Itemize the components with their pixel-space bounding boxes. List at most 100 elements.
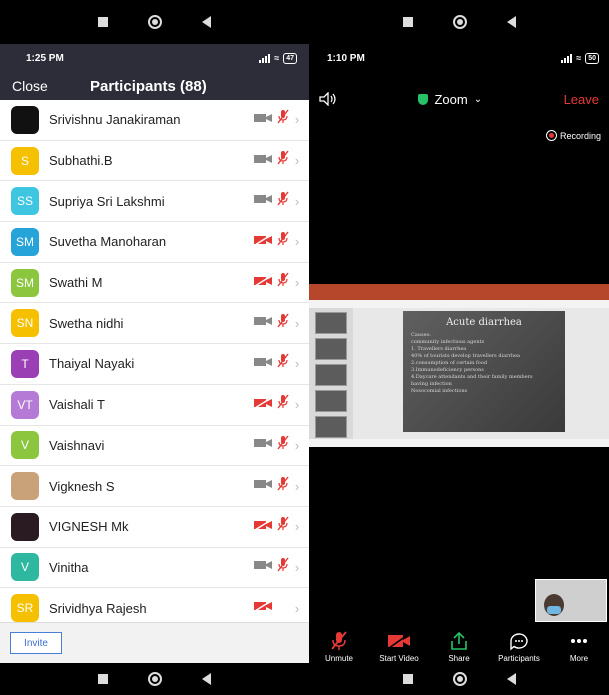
participant-row[interactable]: SN Swetha nidhi › [0, 303, 309, 345]
recents-icon[interactable] [98, 674, 108, 684]
meeting-title: Zoom [434, 91, 468, 107]
participants-footer: Invite [0, 622, 309, 663]
participant-status-icons: › [253, 435, 301, 456]
participant-name: Supriya Sri Lakshmi [49, 193, 165, 209]
participant-row[interactable]: Srivishnu Janakiraman › [0, 100, 309, 141]
chevron-right-icon: › [294, 519, 300, 535]
slide: Acute diarrhea Causes: community infecti… [403, 311, 565, 432]
slide-bullet: 4.Daycare attendants and their family me… [411, 374, 533, 380]
unmute-button[interactable]: Unmute [309, 630, 369, 663]
participant-row[interactable]: VT Vaishali T › [0, 385, 309, 426]
chevron-right-icon: › [294, 315, 300, 331]
participant-name: Vigknesh S [49, 478, 115, 494]
avatar [11, 472, 39, 501]
participant-status-icons: › [253, 516, 301, 537]
toolbar-label: Start Video [379, 654, 419, 663]
participant-status-icons: › [253, 476, 301, 497]
top-nav-bar [309, 0, 609, 44]
participant-row[interactable]: V Vaishnavi › [0, 426, 309, 467]
participant-status-icons: › [253, 557, 301, 578]
home-icon[interactable] [452, 15, 467, 29]
wifi-icon: ≈ [274, 53, 280, 63]
recording-indicator[interactable]: Recording [545, 130, 601, 141]
home-icon[interactable] [148, 15, 162, 29]
mic-muted-icon [277, 435, 289, 456]
slide-bullet: 40% of tourists develop travellers diarr… [411, 353, 521, 359]
invite-button[interactable]: Invite [10, 632, 62, 654]
shared-screen: Acute diarrhea Causes: community infecti… [309, 284, 609, 447]
status-bar: 1:25 PM ≈ 47 [0, 44, 309, 72]
bottom-nav-bar [309, 663, 609, 695]
share-button[interactable]: Share [429, 630, 489, 663]
participant-name: Vaishali T [49, 397, 105, 413]
participant-name: Swathi M [49, 275, 103, 291]
recents-icon[interactable] [402, 17, 413, 27]
slide-thumbnail [315, 364, 347, 386]
back-icon[interactable] [202, 673, 211, 685]
avatar: SM [11, 268, 39, 297]
home-icon[interactable] [148, 672, 162, 686]
top-nav-bar [0, 0, 309, 44]
chevron-right-icon: › [294, 559, 300, 575]
mic-muted-icon [331, 630, 347, 652]
share-icon [450, 630, 468, 652]
chevron-right-icon: › [294, 437, 300, 453]
avatar [11, 512, 39, 541]
slide-bullet: 3.Immunodeficiency persons [411, 367, 484, 373]
participant-name: Vinitha [49, 559, 89, 575]
close-button[interactable]: Close [0, 78, 90, 94]
participant-status-icons: › [253, 191, 301, 212]
video-blocked-icon [253, 396, 273, 414]
video-blocked-icon [253, 518, 273, 536]
participant-row[interactable]: S Subhathi.B › [0, 141, 309, 182]
participant-row[interactable]: SM Suvetha Manoharan › [0, 222, 309, 263]
video-off-icon [253, 558, 273, 576]
recents-icon[interactable] [402, 674, 413, 684]
participant-row[interactable]: T Thaiyal Nayaki › [0, 344, 309, 385]
speaker-icon[interactable] [319, 92, 337, 106]
video-off-icon [253, 314, 273, 332]
recents-icon[interactable] [98, 17, 108, 27]
chevron-right-icon: › [294, 600, 300, 616]
slide-bullet: 1. Travellers diarrhea [411, 346, 467, 352]
participant-status-icons: › [253, 150, 301, 171]
participants-icon [509, 630, 529, 652]
avatar: SS [11, 187, 39, 216]
avatar: V [11, 553, 39, 582]
start-video-button[interactable]: Start Video [369, 630, 429, 663]
participant-row[interactable]: VIGNESH Mk › [0, 507, 309, 548]
back-icon[interactable] [202, 16, 211, 28]
avatar: V [11, 431, 39, 460]
participant-name: Thaiyal Nayaki [49, 356, 135, 372]
participants-button[interactable]: Participants [489, 630, 549, 663]
back-icon[interactable] [506, 673, 516, 685]
meeting-title-dropdown[interactable]: Zoom ⌄ [418, 92, 482, 107]
meeting-screen: 1:10 PM ≈ 50 Zoom ⌄ Leave Recording Acut… [309, 0, 609, 695]
participant-row[interactable]: SR Srividhya Rajesh › [0, 588, 309, 622]
toolbar-label: Unmute [324, 654, 353, 663]
participant-row[interactable]: SM Swathi M › [0, 263, 309, 304]
participant-status-icons: › [253, 313, 301, 334]
home-icon[interactable] [452, 672, 467, 686]
status-time: 1:25 PM [26, 52, 64, 64]
wifi-icon: ≈ [576, 53, 582, 63]
system-icons: ≈ 47 [259, 52, 297, 64]
chevron-right-icon: › [294, 478, 300, 494]
slide-thumbnail [315, 416, 347, 438]
participant-row[interactable]: SS Supriya Sri Lakshmi › [0, 181, 309, 223]
back-icon[interactable] [506, 16, 516, 28]
shield-icon [418, 93, 429, 105]
participant-row[interactable]: Vigknesh S › [0, 466, 309, 507]
more-button[interactable]: More [549, 630, 609, 663]
mic-muted-icon [277, 476, 289, 497]
leave-button[interactable]: Leave [564, 92, 599, 107]
bottom-nav-bar [0, 663, 309, 695]
slide-bullet: having infection [411, 381, 452, 387]
chevron-right-icon: › [294, 153, 300, 169]
video-off-icon [387, 630, 411, 652]
participant-row[interactable]: V Vinitha › [0, 548, 309, 589]
status-time: 1:10 PM [327, 52, 365, 64]
self-video-thumbnail[interactable] [535, 579, 607, 622]
video-off-icon [253, 477, 273, 495]
participant-name: VIGNESH Mk [49, 519, 129, 535]
